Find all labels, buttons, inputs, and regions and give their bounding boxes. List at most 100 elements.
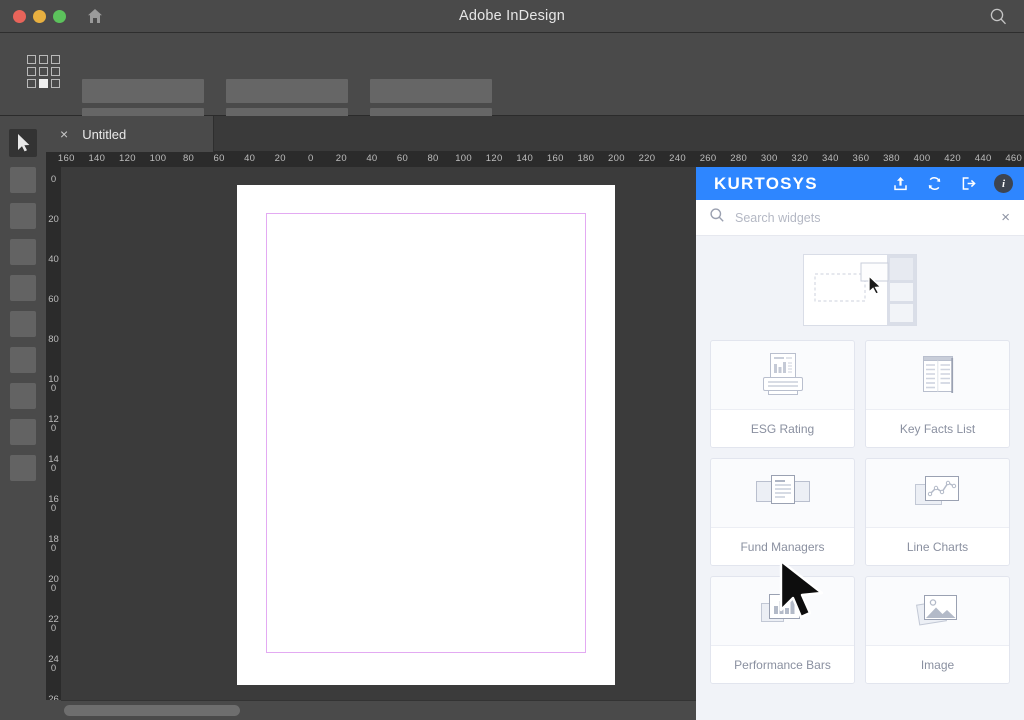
ruler-tick: 200 bbox=[608, 153, 625, 164]
ruler-tick: 60 bbox=[213, 153, 225, 164]
ruler-tick: 40 bbox=[244, 153, 256, 164]
esg-rating-icon bbox=[711, 341, 854, 409]
widget-label: Line Charts bbox=[866, 527, 1009, 565]
widget-card-key-facts-list[interactable]: Key Facts List bbox=[865, 340, 1010, 448]
ruler-tick: 400 bbox=[913, 153, 931, 164]
ruler-tick: 20 bbox=[48, 214, 59, 225]
ruler-tick: 160 bbox=[57, 153, 75, 164]
title-bar: Adobe InDesign bbox=[0, 0, 1024, 33]
grid-cell bbox=[27, 79, 36, 88]
ruler-tick: 0 bbox=[50, 174, 57, 185]
ruler-tick: 80 bbox=[182, 153, 195, 164]
ruler-tick: 180 bbox=[577, 153, 595, 164]
widget-card-image[interactable]: Image bbox=[865, 576, 1010, 684]
search-input[interactable] bbox=[735, 210, 1002, 225]
ruler-tick: 360 bbox=[852, 153, 870, 164]
tool-palette bbox=[0, 116, 46, 720]
widget-label: Image bbox=[866, 645, 1009, 683]
options-placeholder-row bbox=[82, 79, 492, 103]
ruler-tick: 60 bbox=[396, 153, 409, 164]
grid-cell-active bbox=[39, 79, 48, 88]
ruler-tick: 220 bbox=[638, 153, 656, 164]
widget-label: Key Facts List bbox=[866, 409, 1009, 447]
grid-cell bbox=[27, 55, 36, 64]
widget-card-fund-managers[interactable]: Fund Managers bbox=[710, 458, 855, 566]
ruler-tick: 140 bbox=[48, 454, 59, 474]
ruler-tick: 140 bbox=[516, 153, 534, 164]
widget-grid: ESG Rating Key Facts List Fund Managers … bbox=[696, 340, 1024, 684]
ruler-tick: 120 bbox=[119, 153, 136, 164]
pointer-icon bbox=[18, 134, 30, 152]
sign-out-icon[interactable] bbox=[960, 175, 977, 192]
tool-placeholder-9[interactable] bbox=[10, 455, 36, 481]
scrollbar-thumb[interactable] bbox=[64, 705, 240, 716]
ruler-tick: 220 bbox=[48, 614, 59, 634]
grid-cell bbox=[51, 79, 60, 88]
widget-card-line-charts[interactable]: Line Charts bbox=[865, 458, 1010, 566]
info-icon[interactable]: i bbox=[994, 174, 1013, 193]
refresh-icon[interactable] bbox=[926, 175, 943, 192]
options-placeholder[interactable] bbox=[82, 79, 204, 103]
ruler-tick: 320 bbox=[791, 153, 809, 164]
widget-label: Fund Managers bbox=[711, 527, 854, 565]
ruler-tick: 300 bbox=[760, 153, 778, 164]
ruler-tick: 40 bbox=[366, 153, 378, 164]
horizontal-ruler[interactable]: 160 140 120 100 80 60 40 20 0 20 40 60 80 100 120 140 16… bbox=[46, 152, 1024, 167]
tool-placeholder-7[interactable] bbox=[10, 383, 36, 409]
image-icon bbox=[866, 577, 1009, 645]
ruler-tick: 420 bbox=[944, 153, 961, 164]
ruler-tick: 160 bbox=[48, 494, 59, 514]
panel-actions: i bbox=[892, 174, 1013, 193]
ruler-tick: 340 bbox=[821, 153, 839, 164]
ruler-tick: 180 bbox=[48, 534, 59, 554]
ruler-tick: 100 bbox=[149, 153, 167, 164]
document-canvas[interactable] bbox=[61, 167, 696, 700]
tool-placeholder-3[interactable] bbox=[10, 239, 36, 265]
tool-placeholder-6[interactable] bbox=[10, 347, 36, 373]
ruler-tick: 460 bbox=[1005, 153, 1023, 164]
ruler-tick: 40 bbox=[48, 254, 59, 265]
search-icon bbox=[709, 207, 725, 228]
ruler-tick: 120 bbox=[485, 153, 503, 164]
grid-cell bbox=[39, 67, 48, 76]
ruler-tick: 160 bbox=[546, 153, 564, 164]
grid-cell bbox=[27, 67, 36, 76]
options-bar bbox=[0, 33, 1024, 132]
ruler-tick: 20 bbox=[274, 153, 286, 164]
tool-placeholder-1[interactable] bbox=[10, 167, 36, 193]
clear-search-icon[interactable]: × bbox=[1001, 210, 1010, 225]
ruler-tick: 260 bbox=[699, 153, 717, 164]
app-window: Adobe InDesign × Untitled 160 140 120 10… bbox=[0, 0, 1024, 720]
tab-label: Untitled bbox=[82, 126, 127, 142]
tab-untitled[interactable]: × Untitled bbox=[46, 116, 214, 152]
horizontal-scrollbar[interactable] bbox=[61, 700, 696, 720]
tab-bar: × Untitled bbox=[0, 116, 1024, 152]
ruler-tick: 280 bbox=[730, 153, 748, 164]
upload-icon[interactable] bbox=[892, 175, 909, 192]
options-placeholder[interactable] bbox=[370, 79, 492, 103]
vertical-ruler[interactable]: 020406080100120140160180200220240260 bbox=[46, 167, 61, 720]
tool-placeholder-5[interactable] bbox=[10, 311, 36, 337]
options-placeholder[interactable] bbox=[226, 79, 348, 103]
search-icon[interactable] bbox=[989, 7, 1008, 26]
document-page[interactable] bbox=[237, 185, 615, 685]
widget-search-bar[interactable]: × bbox=[696, 200, 1024, 236]
margin-guide bbox=[266, 213, 586, 653]
tool-placeholder-2[interactable] bbox=[10, 203, 36, 229]
grid-view-icon[interactable] bbox=[27, 55, 60, 88]
panel-header: KURTOSYS i bbox=[696, 167, 1024, 200]
selection-tool[interactable] bbox=[9, 129, 37, 157]
widget-card-performance-bars[interactable]: Performance Bars bbox=[710, 576, 855, 684]
close-icon[interactable]: × bbox=[60, 127, 68, 141]
drag-drop-illustration bbox=[803, 254, 917, 326]
tool-placeholder-4[interactable] bbox=[10, 275, 36, 301]
widget-label: ESG Rating bbox=[711, 409, 854, 447]
tool-placeholder-8[interactable] bbox=[10, 419, 36, 445]
grid-cell bbox=[51, 55, 60, 64]
ruler-tick: 380 bbox=[883, 153, 900, 164]
ruler-tick: 120 bbox=[48, 414, 59, 434]
ruler-tick: 200 bbox=[48, 574, 59, 594]
grid-cell bbox=[39, 55, 48, 64]
ruler-tick: 240 bbox=[48, 654, 59, 674]
widget-card-esg-rating[interactable]: ESG Rating bbox=[710, 340, 855, 448]
